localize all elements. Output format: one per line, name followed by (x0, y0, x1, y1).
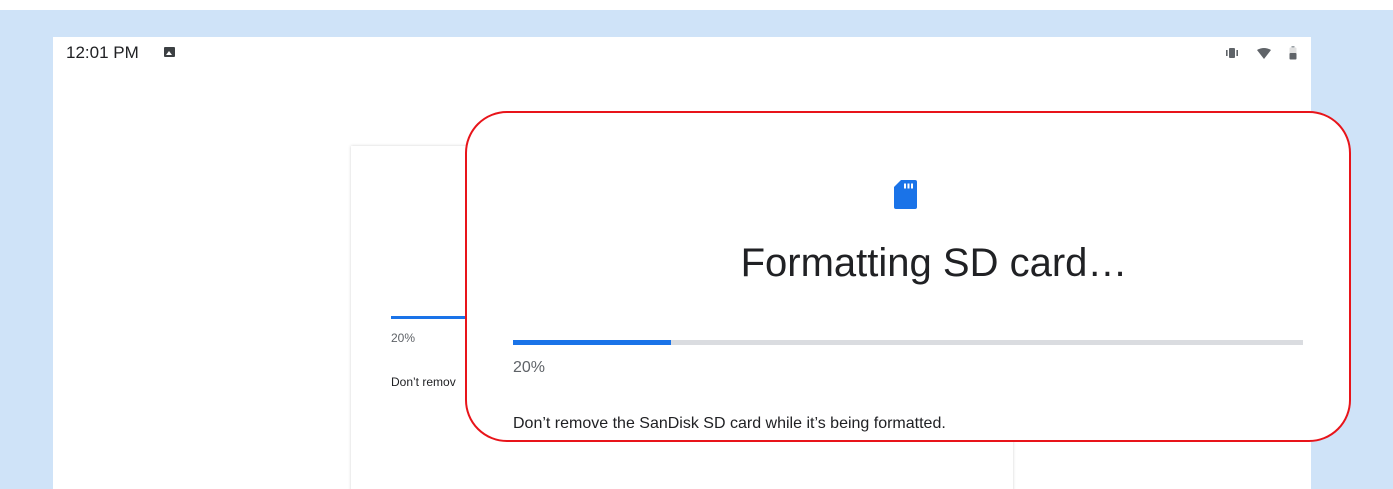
progress-percent-zoomed: 20% (513, 359, 546, 376)
top-strip (0, 0, 1393, 10)
status-time: 12:01 PM (66, 43, 139, 62)
format-warning-message: Don’t remov (391, 375, 456, 389)
image-notification-icon (164, 47, 175, 57)
progress-bar-zoomed (513, 340, 1303, 345)
progress-fill-zoomed (513, 340, 671, 345)
progress-percent: 20% (391, 331, 416, 345)
sd-card-icon (894, 180, 917, 209)
status-bar: 12:01 PM (53, 37, 1311, 69)
wifi-icon (1257, 47, 1271, 59)
format-warning-message-zoomed: Don’t remove the SanDisk SD card while i… (513, 415, 946, 432)
dialog-title: Formatting SD card… (740, 241, 1128, 285)
status-icons (1225, 44, 1297, 62)
battery-icon (1289, 46, 1297, 60)
vibrate-icon (1225, 47, 1239, 59)
zoom-callout: Formatting SD card… 20% Don’t remove the… (465, 111, 1351, 442)
